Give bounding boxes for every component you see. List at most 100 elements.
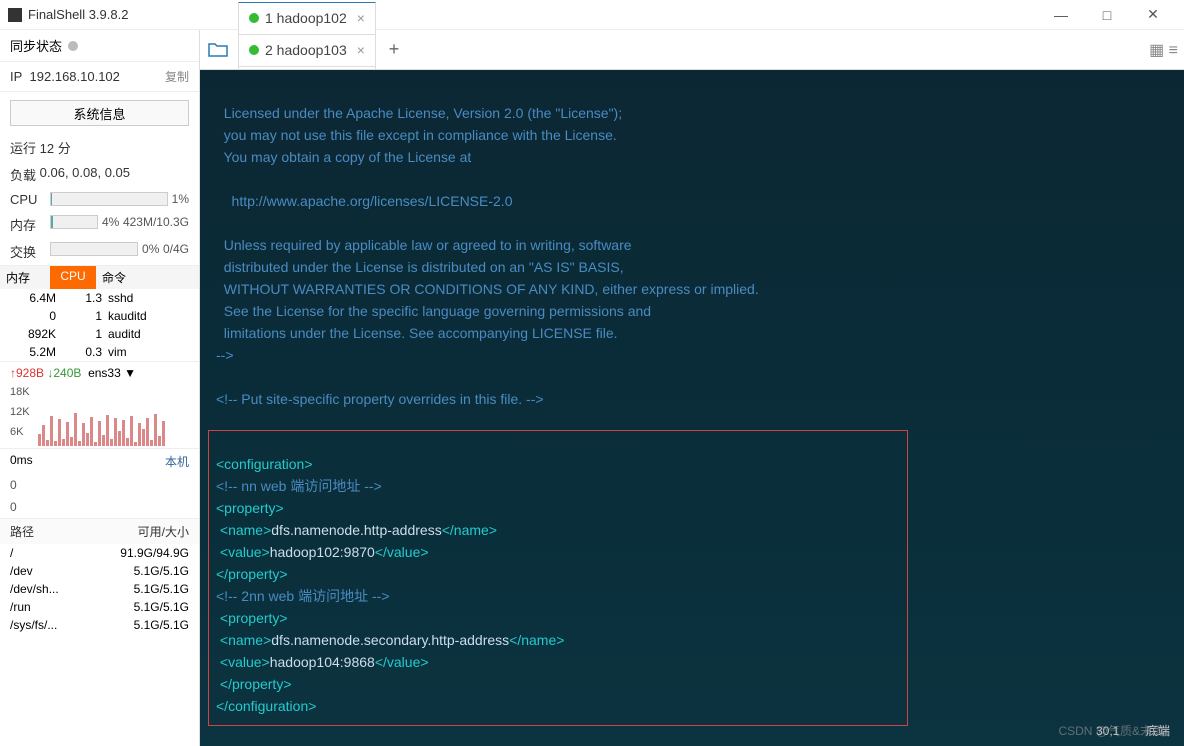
- swap-label: 交换: [10, 242, 46, 261]
- sync-label: 同步状态: [10, 36, 62, 55]
- xml-name1-close: </name>: [442, 522, 497, 538]
- cpu-row: CPU 1%: [0, 188, 199, 211]
- disk-col-size[interactable]: 可用/大小: [99, 523, 189, 540]
- sync-status: 同步状态: [0, 30, 199, 62]
- cpu-bar: [50, 192, 168, 206]
- close-button[interactable]: ✕: [1130, 0, 1176, 30]
- mem-pct: 4%: [102, 215, 119, 234]
- cpu-value: 1%: [172, 192, 189, 207]
- xml-property-close: </property>: [216, 566, 288, 582]
- tab[interactable]: 1 hadoop102×: [238, 2, 376, 34]
- swap-pct: 0%: [142, 242, 159, 261]
- process-table-head: 内存 CPU 命令: [0, 266, 199, 289]
- load-value: 0.06, 0.08, 0.05: [40, 165, 130, 184]
- net-up: ↑928B: [10, 366, 44, 380]
- xml-configuration-close: </configuration>: [216, 698, 316, 714]
- uptime-row: 运行 12 分: [0, 134, 199, 161]
- ip-row: IP 192.168.10.102 复制: [0, 62, 199, 92]
- disk-header: 路径 可用/大小: [0, 518, 199, 544]
- net-chart: 18K 12K 6K: [10, 386, 189, 446]
- highlight-rect: [208, 430, 908, 726]
- latency-z1: 0: [10, 478, 17, 492]
- status-dot-icon: [249, 45, 259, 55]
- mem-row: 内存 4% 423M/10.3G: [0, 211, 199, 238]
- xml-value2-close: </value>: [375, 654, 429, 670]
- col-cpu[interactable]: CPU: [50, 266, 96, 289]
- swap-row: 交换 0% 0/4G: [0, 238, 199, 265]
- watermark: CSDN @气质&末雨: [1058, 722, 1164, 740]
- swap-value: 0/4G: [163, 242, 189, 261]
- mem-label: 内存: [10, 215, 46, 234]
- system-info-button[interactable]: 系统信息: [10, 100, 189, 126]
- open-folder-icon[interactable]: [206, 38, 230, 62]
- list-item[interactable]: /sys/fs/...5.1G/5.1G: [0, 616, 199, 634]
- xml-name1-value: dfs.namenode.http-address: [271, 522, 441, 538]
- col-mem[interactable]: 内存: [0, 266, 50, 289]
- col-cmd[interactable]: 命令: [96, 266, 199, 289]
- xml-name2-open: <name>: [216, 632, 271, 648]
- latency-host[interactable]: 本机: [165, 453, 189, 470]
- xml-comment-2: <!-- 2nn web 端访问地址 -->: [216, 588, 390, 604]
- chart-y-6k: 6K: [10, 426, 23, 438]
- xml-property-open: <property>: [216, 500, 284, 516]
- process-table: 内存 CPU 命令 6.4M1.3sshd01kauditd892K1audit…: [0, 265, 199, 361]
- latency-zero-row2: 0: [0, 496, 199, 518]
- list-item[interactable]: /run5.1G/5.1G: [0, 598, 199, 616]
- chart-y-18k: 18K: [10, 386, 30, 398]
- xml-name2-value: dfs.namenode.secondary.http-address: [271, 632, 509, 648]
- xml-name2-close: </name>: [509, 632, 564, 648]
- mem-value: 423M/10.3G: [123, 215, 189, 234]
- terminal[interactable]: Licensed under the Apache License, Versi…: [200, 70, 1184, 746]
- ip-value: 192.168.10.102: [30, 69, 120, 84]
- load-label: 负载: [10, 165, 36, 184]
- chart-y-12k: 12K: [10, 406, 30, 418]
- xml-value2-open: <value>: [216, 654, 270, 670]
- uptime-value: 12 分: [40, 138, 71, 157]
- xml-value2-value: hadoop104:9868: [270, 654, 375, 670]
- swap-bar: [50, 242, 138, 256]
- table-row[interactable]: 6.4M1.3sshd: [0, 289, 199, 307]
- app-icon: [8, 8, 22, 22]
- table-row[interactable]: 5.2M0.3vim: [0, 343, 199, 361]
- sync-dot-icon: [68, 41, 78, 51]
- xml-value1-close: </value>: [375, 544, 429, 560]
- close-tab-icon[interactable]: ×: [357, 42, 365, 58]
- close-tab-icon[interactable]: ×: [357, 10, 365, 26]
- list-item[interactable]: /dev/sh...5.1G/5.1G: [0, 580, 199, 598]
- xml-value1-open: <value>: [216, 544, 270, 560]
- status-dot-icon: [249, 13, 259, 23]
- content-area: 1 hadoop102×2 hadoop103×3 hadoop104× + ▦…: [200, 30, 1184, 746]
- net-row: ↑928B ↓240B ens33 ▼: [0, 361, 199, 384]
- copy-button[interactable]: 复制: [165, 68, 189, 85]
- maximize-button[interactable]: □: [1084, 0, 1130, 30]
- minimize-button[interactable]: —: [1038, 0, 1084, 30]
- load-row: 负载 0.06, 0.08, 0.05: [0, 161, 199, 188]
- latency-zero-row: 0: [0, 474, 199, 496]
- latency-row: 0ms 本机: [0, 448, 199, 474]
- sidebar: 同步状态 IP 192.168.10.102 复制 系统信息 运行 12 分 负…: [0, 30, 200, 746]
- mem-bar: [50, 215, 98, 229]
- list-item[interactable]: /91.9G/94.9G: [0, 544, 199, 562]
- titlebar: FinalShell 3.9.8.2 — □ ✕: [0, 0, 1184, 30]
- new-tab-button[interactable]: +: [380, 36, 408, 64]
- table-row[interactable]: 01kauditd: [0, 307, 199, 325]
- cpu-label: CPU: [10, 192, 46, 207]
- net-interface-dropdown[interactable]: ens33 ▼: [88, 366, 136, 380]
- table-row[interactable]: 892K1auditd: [0, 325, 199, 343]
- disk-col-path[interactable]: 路径: [10, 523, 99, 540]
- tab[interactable]: 2 hadoop103×: [238, 34, 376, 66]
- latency-z2: 0: [10, 500, 17, 514]
- xml-configuration-open: <configuration>: [216, 456, 313, 472]
- xml-value1-value: hadoop102:9870: [270, 544, 375, 560]
- xml-name1-open: <name>: [216, 522, 271, 538]
- view-icons[interactable]: ▦ ≡: [1149, 40, 1178, 60]
- net-down: ↓240B: [47, 366, 81, 380]
- xml-property2-open: <property>: [216, 610, 288, 626]
- window-title: FinalShell 3.9.8.2: [28, 7, 1038, 22]
- xml-property2-close: </property>: [216, 676, 292, 692]
- list-item[interactable]: /dev5.1G/5.1G: [0, 562, 199, 580]
- xml-comment-1: <!-- nn web 端访问地址 -->: [216, 478, 382, 494]
- latency-ms: 0ms: [10, 453, 33, 470]
- uptime-label: 运行: [10, 138, 36, 157]
- ip-label: IP: [10, 69, 22, 84]
